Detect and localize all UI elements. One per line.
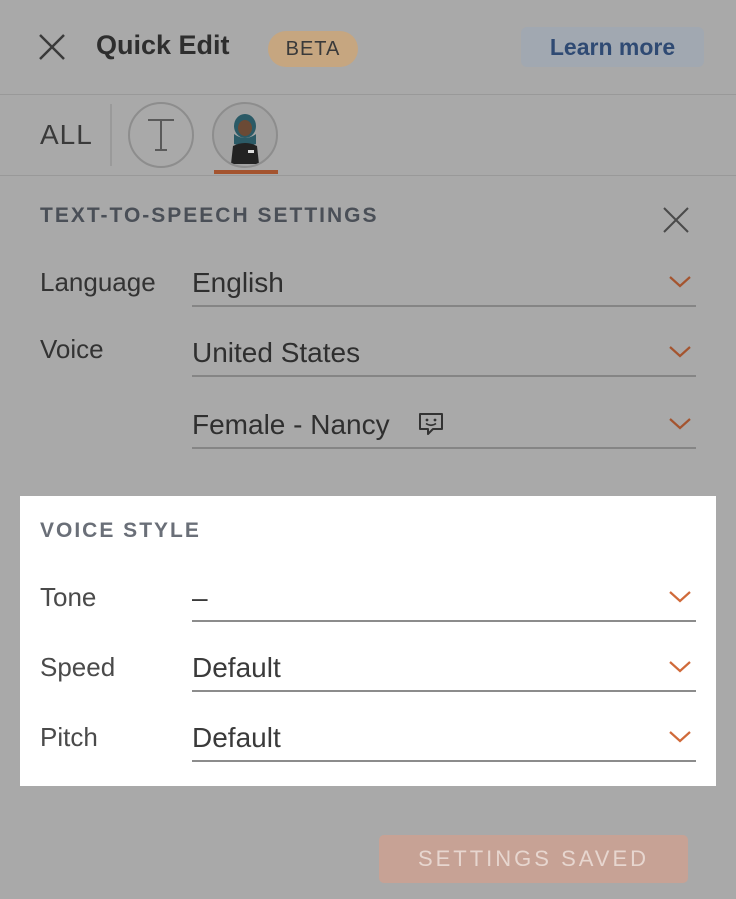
language-value: English bbox=[192, 267, 284, 298]
tone-value: – bbox=[192, 582, 208, 613]
speed-select[interactable]: Default bbox=[192, 648, 696, 692]
text-T-icon bbox=[148, 119, 174, 151]
voice-label: Voice bbox=[40, 334, 104, 364]
chevron-down-icon bbox=[669, 276, 691, 288]
active-tab-indicator bbox=[214, 170, 278, 174]
language-select[interactable]: English bbox=[192, 263, 696, 307]
voice-region-value: United States bbox=[192, 337, 361, 368]
voice-region-select[interactable]: United States bbox=[192, 333, 696, 377]
chevron-down-icon bbox=[669, 661, 691, 673]
voice-preview-icon[interactable] bbox=[417, 411, 445, 437]
pitch-label: Pitch bbox=[40, 722, 98, 752]
language-label: Language bbox=[40, 267, 156, 297]
divider bbox=[0, 175, 736, 176]
tone-select[interactable]: – bbox=[192, 578, 696, 622]
speed-label: Speed bbox=[40, 652, 116, 682]
settings-saved-button[interactable]: SETTINGS SAVED bbox=[379, 835, 688, 883]
close-icon[interactable] bbox=[662, 206, 690, 234]
tts-section-title: TEXT-TO-SPEECH SETTINGS bbox=[40, 204, 379, 227]
chevron-down-icon bbox=[669, 731, 691, 743]
close-icon[interactable] bbox=[36, 31, 68, 63]
voice-name-value: Female - Nancy bbox=[192, 409, 390, 440]
voice-name-select[interactable]: Female - Nancy bbox=[192, 405, 696, 449]
page-title: Quick Edit bbox=[96, 30, 230, 60]
tab-all[interactable]: ALL bbox=[40, 119, 93, 151]
voice-style-title: VOICE STYLE bbox=[40, 519, 201, 542]
learn-more-button[interactable]: Learn more bbox=[521, 27, 704, 67]
tone-label: Tone bbox=[40, 582, 97, 612]
speed-value: Default bbox=[192, 652, 281, 683]
chevron-down-icon bbox=[669, 346, 691, 358]
tab-separator bbox=[110, 104, 112, 166]
tab-text[interactable] bbox=[128, 102, 194, 168]
voice-avatar-icon bbox=[231, 114, 259, 164]
pitch-value: Default bbox=[192, 722, 281, 753]
tab-voice[interactable] bbox=[212, 102, 278, 168]
beta-badge: BETA bbox=[268, 31, 358, 67]
pitch-select[interactable]: Default bbox=[192, 718, 696, 762]
chevron-down-icon bbox=[669, 591, 691, 603]
chevron-down-icon bbox=[669, 418, 691, 430]
